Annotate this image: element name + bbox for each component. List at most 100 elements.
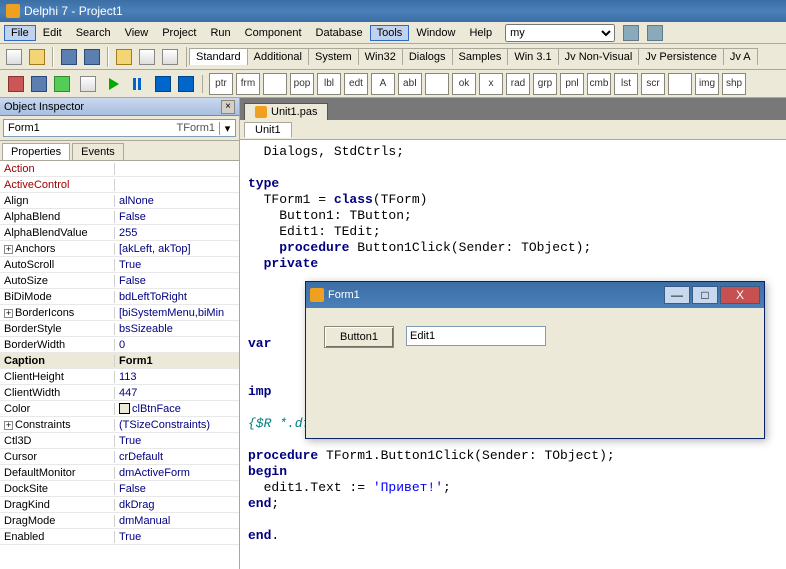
- toolbar-combo[interactable]: my: [505, 24, 615, 42]
- property-row[interactable]: AlignalNone: [0, 193, 239, 209]
- property-value[interactable]: 255: [115, 227, 239, 239]
- property-row[interactable]: ClientWidth447: [0, 385, 239, 401]
- menu-view[interactable]: View: [118, 25, 156, 41]
- property-value[interactable]: dkDrag: [115, 499, 239, 511]
- button1-control[interactable]: Button1: [324, 326, 394, 348]
- minimize-button[interactable]: —: [664, 286, 690, 304]
- component-x[interactable]: x: [479, 73, 503, 95]
- step-into-button[interactable]: [176, 75, 196, 93]
- component-A[interactable]: A: [371, 73, 395, 95]
- property-row[interactable]: +Anchors[akLeft, akTop]: [0, 241, 239, 257]
- step-over-button[interactable]: [153, 75, 173, 93]
- property-value[interactable]: 113: [115, 371, 239, 383]
- toolbar-icon-2[interactable]: [645, 24, 665, 42]
- palette-tab-standard[interactable]: Standard: [189, 48, 248, 65]
- form-client-area[interactable]: Button1 Edit1: [306, 308, 764, 438]
- property-row[interactable]: BorderWidth0: [0, 337, 239, 353]
- component-scr[interactable]: scr: [641, 73, 665, 95]
- menu-tools[interactable]: Tools: [370, 25, 410, 41]
- property-row[interactable]: AutoScrollTrue: [0, 257, 239, 273]
- property-row[interactable]: Ctl3DTrue: [0, 433, 239, 449]
- property-value[interactable]: [akLeft, akTop]: [115, 243, 239, 255]
- expand-icon[interactable]: +: [4, 309, 13, 318]
- run-button[interactable]: [104, 75, 124, 93]
- menu-database[interactable]: Database: [309, 25, 370, 41]
- palette-tab-jv-persistence[interactable]: Jv Persistence: [638, 48, 724, 65]
- pause-button[interactable]: [127, 75, 147, 93]
- menu-search[interactable]: Search: [69, 25, 118, 41]
- property-row[interactable]: AutoSizeFalse: [0, 273, 239, 289]
- form-designer-window[interactable]: Form1 — □ X Button1 Edit1: [305, 281, 765, 439]
- component-lst[interactable]: lst: [614, 73, 638, 95]
- property-row[interactable]: ClientHeight113: [0, 369, 239, 385]
- property-value[interactable]: alNone: [115, 195, 239, 207]
- form-titlebar[interactable]: Form1 — □ X: [306, 282, 764, 308]
- property-row[interactable]: Action: [0, 161, 239, 177]
- property-value[interactable]: True: [115, 259, 239, 271]
- property-value[interactable]: True: [115, 531, 239, 543]
- palette-tab-system[interactable]: System: [308, 48, 359, 65]
- view-form-button[interactable]: [6, 75, 26, 93]
- toolbar-icon-1[interactable]: [621, 24, 641, 42]
- unit-tab[interactable]: Unit1: [244, 122, 292, 138]
- menu-component[interactable]: Component: [238, 25, 309, 41]
- palette-tab-samples[interactable]: Samples: [452, 48, 509, 65]
- palette-tab-dialogs[interactable]: Dialogs: [402, 48, 453, 65]
- property-row[interactable]: BiDiModebdLeftToRight: [0, 289, 239, 305]
- component-ok[interactable]: ok: [452, 73, 476, 95]
- close-icon[interactable]: ×: [221, 100, 235, 114]
- edit1-control[interactable]: Edit1: [406, 326, 546, 346]
- property-value[interactable]: crDefault: [115, 451, 239, 463]
- component-pop[interactable]: pop: [290, 73, 314, 95]
- component-edt[interactable]: edt: [344, 73, 368, 95]
- property-value[interactable]: True: [115, 435, 239, 447]
- property-row[interactable]: DefaultMonitordmActiveForm: [0, 465, 239, 481]
- component-scr2[interactable]: [668, 73, 692, 95]
- palette-tab-jv-a[interactable]: Jv A: [723, 48, 758, 65]
- property-row[interactable]: DockSiteFalse: [0, 481, 239, 497]
- component-ptr[interactable]: ptr: [209, 73, 233, 95]
- component-lbl[interactable]: lbl: [317, 73, 341, 95]
- property-value[interactable]: False: [115, 483, 239, 495]
- menu-project[interactable]: Project: [155, 25, 203, 41]
- maximize-button[interactable]: □: [692, 286, 718, 304]
- property-grid[interactable]: ActionActiveControlAlignalNoneAlphaBlend…: [0, 161, 239, 569]
- component-cmb[interactable]: cmb: [587, 73, 611, 95]
- property-value[interactable]: (TSizeConstraints): [115, 419, 239, 431]
- menu-window[interactable]: Window: [409, 25, 462, 41]
- property-row[interactable]: CaptionForm1: [0, 353, 239, 369]
- tab-events[interactable]: Events: [72, 143, 124, 160]
- expand-icon[interactable]: +: [4, 245, 13, 254]
- save-button[interactable]: [59, 48, 79, 66]
- property-value[interactable]: False: [115, 211, 239, 223]
- component-grp[interactable]: grp: [533, 73, 557, 95]
- property-row[interactable]: +Constraints(TSizeConstraints): [0, 417, 239, 433]
- property-row[interactable]: EnabledTrue: [0, 529, 239, 545]
- property-row[interactable]: AlphaBlendFalse: [0, 209, 239, 225]
- open-button[interactable]: [27, 48, 47, 66]
- property-row[interactable]: +BorderIcons[biSystemMenu,biMin: [0, 305, 239, 321]
- menu-file[interactable]: File: [4, 25, 36, 41]
- component-frm[interactable]: frm: [236, 73, 260, 95]
- menu-help[interactable]: Help: [462, 25, 499, 41]
- property-row[interactable]: CursorcrDefault: [0, 449, 239, 465]
- save-all-button[interactable]: [82, 48, 102, 66]
- palette-tab-win-3-1[interactable]: Win 3.1: [507, 48, 558, 65]
- object-inspector-combo[interactable]: Form1 TForm1 ▾: [0, 116, 239, 141]
- property-value[interactable]: 447: [115, 387, 239, 399]
- property-row[interactable]: DragKinddkDrag: [0, 497, 239, 513]
- tab-properties[interactable]: Properties: [2, 143, 70, 160]
- property-row[interactable]: ActiveControl: [0, 177, 239, 193]
- menu-edit[interactable]: Edit: [36, 25, 69, 41]
- property-value[interactable]: [biSystemMenu,biMin: [115, 307, 239, 319]
- toggle-form-button[interactable]: [52, 75, 72, 93]
- new-form-button[interactable]: [78, 75, 98, 93]
- remove-file-button[interactable]: [160, 48, 180, 66]
- property-value[interactable]: clBtnFace: [115, 403, 239, 415]
- property-value[interactable]: 0: [115, 339, 239, 351]
- property-row[interactable]: DragModedmManual: [0, 513, 239, 529]
- component-img[interactable]: img: [695, 73, 719, 95]
- palette-tab-win32[interactable]: Win32: [358, 48, 403, 65]
- open-project-button[interactable]: [114, 48, 134, 66]
- property-value[interactable]: False: [115, 275, 239, 287]
